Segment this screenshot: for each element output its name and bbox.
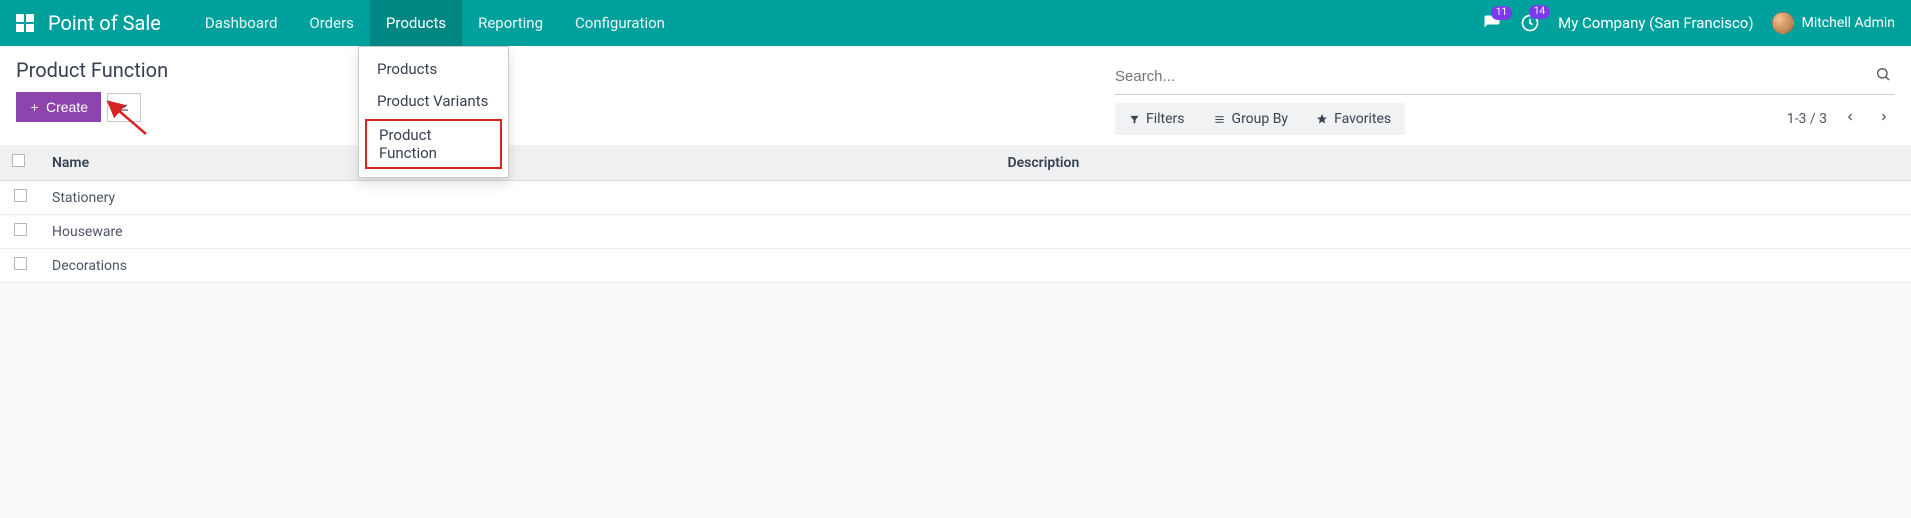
company-switcher[interactable]: My Company (San Francisco) (1558, 14, 1753, 32)
nav-dashboard[interactable]: Dashboard (189, 0, 294, 46)
nav-orders[interactable]: Orders (293, 0, 370, 46)
star-icon (1316, 113, 1328, 125)
import-button[interactable] (107, 93, 141, 122)
activity-badge: 14 (1529, 5, 1550, 19)
apps-icon[interactable] (16, 14, 34, 32)
pager-prev[interactable] (1839, 106, 1861, 132)
favorites-button[interactable]: Favorites (1304, 105, 1403, 133)
topnav: Point of Sale Dashboard Orders Products … (0, 0, 1911, 46)
groupby-button[interactable]: Group By (1201, 105, 1301, 133)
list-icon (1213, 114, 1226, 125)
search-input[interactable] (1115, 68, 1871, 85)
pager-range: 1-3 / 3 (1787, 111, 1827, 127)
header-name[interactable]: Name (40, 145, 996, 181)
cell-description (996, 181, 1911, 215)
activity-icon[interactable]: 14 (1520, 13, 1540, 33)
row-checkbox[interactable] (14, 223, 27, 236)
cell-name: Decorations (40, 249, 996, 283)
search-bar (1115, 58, 1895, 95)
control-bar: Product Function Create (0, 46, 1911, 145)
records-table: Name Description Stationery Houseware De… (0, 145, 1911, 283)
page-title: Product Function (16, 58, 168, 82)
dropdown-item-variants[interactable]: Product Variants (359, 85, 508, 117)
pager: 1-3 / 3 (1787, 106, 1895, 132)
filters-button[interactable]: Filters (1117, 105, 1197, 133)
brand-title[interactable]: Point of Sale (48, 11, 161, 35)
avatar (1772, 12, 1794, 34)
nav-right: 11 14 My Company (San Francisco) Mitchel… (1482, 12, 1895, 34)
user-menu[interactable]: Mitchell Admin (1772, 12, 1895, 34)
conversations-badge: 11 (1491, 6, 1512, 20)
row-checkbox[interactable] (14, 189, 27, 202)
filters-label: Filters (1146, 111, 1185, 127)
dropdown-item-function[interactable]: Product Function (365, 119, 502, 169)
create-button[interactable]: Create (16, 92, 101, 122)
table-row[interactable]: Stationery (0, 181, 1911, 215)
cell-description (996, 249, 1911, 283)
funnel-icon (1129, 114, 1140, 125)
create-button-label: Create (46, 99, 88, 115)
select-all-checkbox[interactable] (12, 154, 25, 167)
cell-name: Stationery (40, 181, 996, 215)
pager-next[interactable] (1873, 106, 1895, 132)
nav-configuration[interactable]: Configuration (559, 0, 681, 46)
favorites-label: Favorites (1334, 111, 1391, 127)
cell-description (996, 215, 1911, 249)
products-dropdown: Products Product Variants Product Functi… (358, 46, 509, 178)
dropdown-item-products[interactable]: Products (359, 53, 508, 85)
cell-name: Houseware (40, 215, 996, 249)
row-checkbox[interactable] (14, 257, 27, 270)
header-description[interactable]: Description (996, 145, 1911, 181)
chevron-right-icon (1879, 110, 1889, 124)
nav-reporting[interactable]: Reporting (462, 0, 559, 46)
header-checkbox-cell (0, 145, 40, 181)
table-row[interactable]: Houseware (0, 215, 1911, 249)
download-icon (117, 99, 131, 113)
filter-group: Filters Group By Favorites (1115, 103, 1405, 135)
nav-products[interactable]: Products (370, 0, 462, 46)
chevron-left-icon (1845, 110, 1855, 124)
table-row[interactable]: Decorations (0, 249, 1911, 283)
plus-icon (29, 102, 40, 113)
conversations-icon[interactable]: 11 (1482, 14, 1502, 32)
groupby-label: Group By (1232, 111, 1289, 127)
user-name: Mitchell Admin (1802, 15, 1895, 31)
search-icon[interactable] (1871, 62, 1895, 90)
